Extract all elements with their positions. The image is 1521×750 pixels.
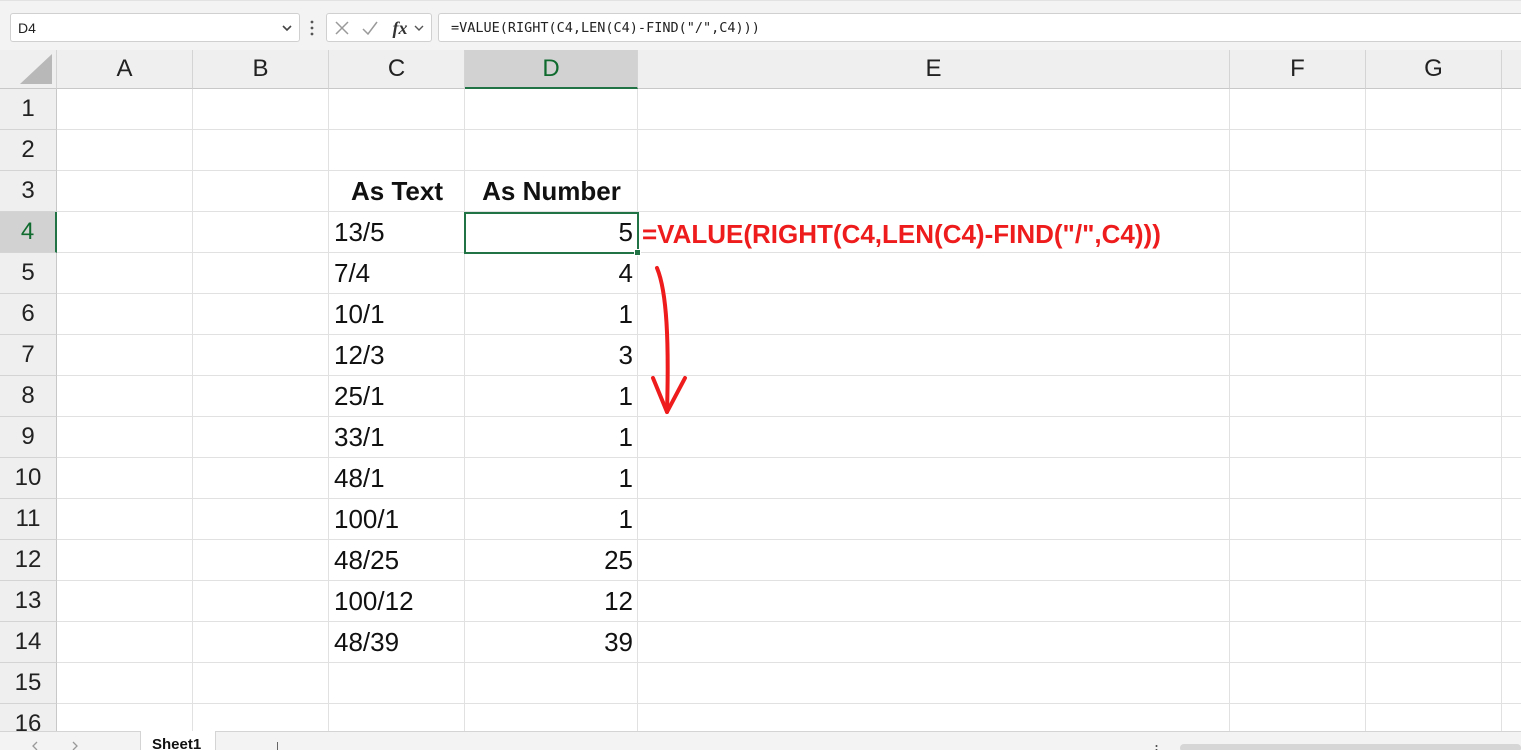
gridline xyxy=(1501,89,1502,750)
column-header-a[interactable]: A xyxy=(57,50,193,89)
column-header-f[interactable]: F xyxy=(1230,50,1366,89)
cell-d13[interactable]: 12 xyxy=(465,581,638,622)
cell-d7[interactable]: 3 xyxy=(465,335,638,376)
row-header-15[interactable]: 15 xyxy=(0,663,57,704)
column-header-d[interactable]: D xyxy=(465,50,638,89)
gridline xyxy=(1229,89,1230,750)
row-header-14[interactable]: 14 xyxy=(0,622,57,663)
gridline xyxy=(57,457,1521,458)
chevron-right-icon[interactable] xyxy=(70,741,80,750)
gridline xyxy=(192,89,193,750)
gridline xyxy=(57,211,1521,212)
gridline xyxy=(57,375,1521,376)
row-header-5[interactable]: 5 xyxy=(0,253,57,294)
tab-sheet1[interactable]: Sheet1 xyxy=(140,731,216,750)
column-header-e[interactable]: E xyxy=(638,50,1230,89)
cell-c11[interactable]: 100/1 xyxy=(329,499,465,540)
cell-d3-header[interactable]: As Number xyxy=(465,171,638,212)
formula-bar: D4 fx =VALUE(RIGHT(C4,LEN(C4)-FIND("/",C… xyxy=(0,0,1521,50)
row-header-1[interactable]: 1 xyxy=(0,89,57,130)
down-arrow-icon xyxy=(651,266,687,414)
cell-c3-header[interactable]: As Text xyxy=(329,171,465,212)
cell-c6[interactable]: 10/1 xyxy=(329,294,465,335)
formula-input[interactable]: =VALUE(RIGHT(C4,LEN(C4)-FIND("/",C4))) xyxy=(438,13,1521,42)
cell-d10[interactable]: 1 xyxy=(465,458,638,499)
row-header-2[interactable]: 2 xyxy=(0,130,57,171)
gridline xyxy=(57,662,1521,663)
sheet-tabs-bar: Sheet1 xyxy=(0,731,1521,750)
row-header-10[interactable]: 10 xyxy=(0,458,57,499)
chevron-down-icon[interactable] xyxy=(411,18,427,38)
column-header-partial[interactable] xyxy=(1502,50,1521,89)
formula-text: =VALUE(RIGHT(C4,LEN(C4)-FIND("/",C4))) xyxy=(451,20,760,36)
cell-d6[interactable]: 1 xyxy=(465,294,638,335)
column-header-b[interactable]: B xyxy=(193,50,329,89)
cell-d14[interactable]: 39 xyxy=(465,622,638,663)
horizontal-scrollbar[interactable] xyxy=(1180,744,1521,750)
gridline xyxy=(57,170,1521,171)
cell-c13[interactable]: 100/12 xyxy=(329,581,465,622)
cell-c9[interactable]: 33/1 xyxy=(329,417,465,458)
formula-buttons: fx xyxy=(326,13,432,42)
name-box-value: D4 xyxy=(18,20,36,36)
row-header-9[interactable]: 9 xyxy=(0,417,57,458)
cell-d8[interactable]: 1 xyxy=(465,376,638,417)
name-box[interactable]: D4 xyxy=(10,13,300,42)
enter-check-icon[interactable] xyxy=(359,18,381,38)
tab-separator xyxy=(277,742,278,750)
chevron-down-icon[interactable] xyxy=(280,21,294,35)
row-header-6[interactable]: 6 xyxy=(0,294,57,335)
gridline xyxy=(1365,89,1366,750)
gridline xyxy=(57,129,1521,130)
cell-d5[interactable]: 4 xyxy=(465,253,638,294)
gridline xyxy=(57,621,1521,622)
row-header-4[interactable]: 4 xyxy=(0,212,57,253)
cell-c14[interactable]: 48/39 xyxy=(329,622,465,663)
cell-c7[interactable]: 12/3 xyxy=(329,335,465,376)
gridline xyxy=(57,334,1521,335)
fx-icon[interactable]: fx xyxy=(389,18,411,38)
fx-label: fx xyxy=(392,17,408,38)
chevron-left-icon[interactable] xyxy=(30,741,40,750)
cancel-x-icon[interactable] xyxy=(331,18,353,38)
row-header-12[interactable]: 12 xyxy=(0,540,57,581)
select-all-corner[interactable] xyxy=(0,50,57,89)
gridline xyxy=(57,703,1521,704)
column-header-c[interactable]: C xyxy=(329,50,465,89)
row-header-3[interactable]: 3 xyxy=(0,171,57,212)
cell-d11[interactable]: 1 xyxy=(465,499,638,540)
select-all-triangle-icon xyxy=(20,54,52,84)
cell-c10[interactable]: 48/1 xyxy=(329,458,465,499)
row-header-11[interactable]: 11 xyxy=(0,499,57,540)
active-cell-border xyxy=(464,212,639,254)
formula-annotation: =VALUE(RIGHT(C4,LEN(C4)-FIND("/",C4))) xyxy=(642,219,1161,249)
gridline xyxy=(57,293,1521,294)
cell-c4[interactable]: 13/5 xyxy=(329,212,465,253)
row-header-8[interactable]: 8 xyxy=(0,376,57,417)
more-vert-icon[interactable] xyxy=(1155,745,1158,750)
cell-c8[interactable]: 25/1 xyxy=(329,376,465,417)
row-header-13[interactable]: 13 xyxy=(0,581,57,622)
row-header-7[interactable]: 7 xyxy=(0,335,57,376)
column-header-g[interactable]: G xyxy=(1366,50,1502,89)
gridline xyxy=(57,580,1521,581)
cell-d12[interactable]: 25 xyxy=(465,540,638,581)
gridline xyxy=(57,498,1521,499)
more-vert-icon[interactable] xyxy=(309,18,315,38)
cell-d9[interactable]: 1 xyxy=(465,417,638,458)
fill-handle[interactable] xyxy=(634,249,641,256)
cell-c5[interactable]: 7/4 xyxy=(329,253,465,294)
cell-c12[interactable]: 48/25 xyxy=(329,540,465,581)
gridline xyxy=(57,539,1521,540)
gridline xyxy=(57,416,1521,417)
